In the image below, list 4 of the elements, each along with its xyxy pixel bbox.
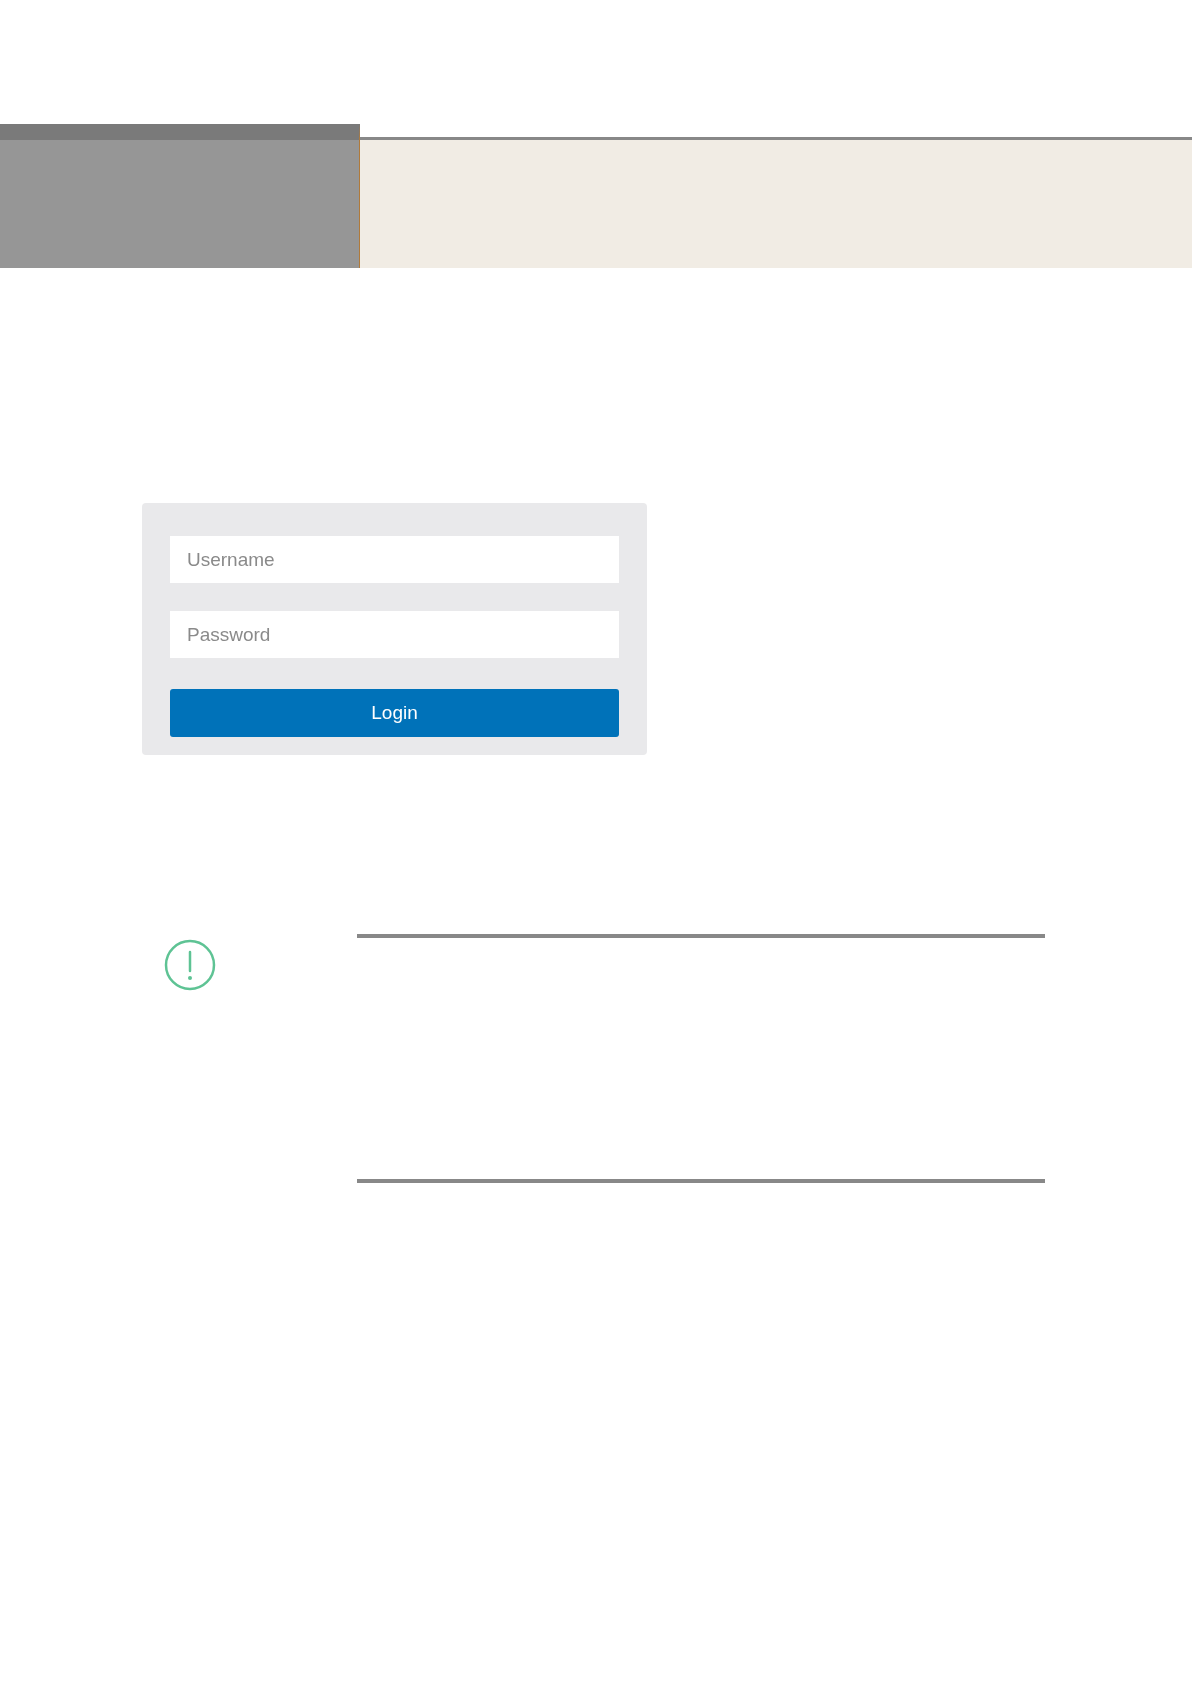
password-field[interactable]: Password bbox=[170, 611, 619, 658]
login-button[interactable]: Login bbox=[170, 689, 619, 737]
alert-icon bbox=[164, 939, 216, 991]
username-field[interactable]: Username bbox=[170, 536, 619, 583]
